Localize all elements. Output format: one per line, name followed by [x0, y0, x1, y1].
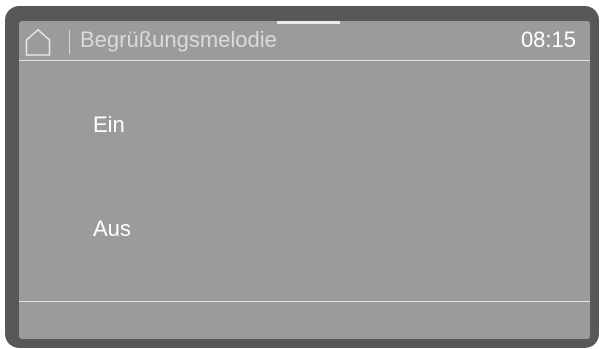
option-off-label: Aus	[93, 216, 131, 241]
display-screen: Begrüßungsmelodie 08:15 Ein Aus	[19, 21, 590, 339]
home-icon	[25, 28, 51, 56]
header-bar: Begrüßungsmelodie 08:15	[19, 21, 590, 60]
option-on[interactable]: Ein	[19, 100, 590, 160]
header-divider	[69, 30, 70, 54]
footer-separator	[19, 301, 590, 302]
home-button[interactable]	[25, 28, 51, 56]
page-title: Begrüßungsmelodie	[80, 27, 277, 52]
option-off[interactable]: Aus	[19, 205, 590, 265]
header-separator	[19, 60, 590, 61]
option-on-label: Ein	[93, 112, 125, 137]
clock-time: 08:15	[520, 27, 576, 52]
swipe-handle[interactable]	[277, 21, 340, 24]
device-bezel: Begrüßungsmelodie 08:15 Ein Aus	[5, 6, 599, 348]
